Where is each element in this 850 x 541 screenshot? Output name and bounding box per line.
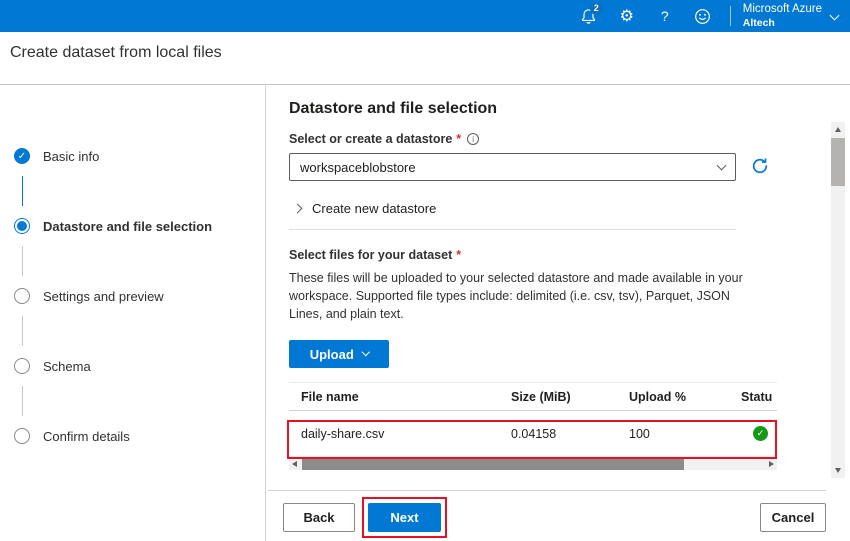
wizard-steps: Basic info Datastore and file selection …: [14, 146, 259, 446]
step-label: Schema: [43, 358, 91, 374]
vertical-scrollbar-thumb[interactable]: [831, 138, 845, 186]
chevron-down-icon: [361, 348, 370, 356]
page-title: Create dataset from local files: [10, 44, 222, 61]
cell-file-name: daily-share.csv: [301, 426, 385, 441]
step-connector: [22, 316, 23, 346]
step-label: Settings and preview: [43, 288, 164, 304]
datastore-selected-value: workspaceblobstore: [300, 159, 416, 175]
refresh-icon: [752, 158, 768, 174]
datastore-label-text: Select or create a datastore: [289, 132, 453, 146]
upload-button[interactable]: Upload: [289, 340, 389, 368]
scroll-up-arrow-icon[interactable]: [834, 127, 841, 132]
settings-button[interactable]: [612, 0, 642, 32]
step-settings-and-preview[interactable]: Settings and preview: [14, 286, 259, 306]
notifications-button[interactable]: 2: [574, 0, 604, 32]
next-button[interactable]: Next: [368, 503, 441, 532]
directory-name: Altech: [742, 16, 775, 29]
column-header-status: Statu: [741, 389, 773, 404]
header-divider: [0, 84, 850, 85]
scroll-down-arrow-icon[interactable]: [834, 468, 841, 473]
table-row[interactable]: daily-share.csv 0.04158 100: [289, 411, 777, 457]
step-label: Datastore and file selection: [43, 218, 213, 234]
horizontal-scrollbar[interactable]: [289, 458, 777, 470]
files-field-label: Select files for your dataset *: [289, 247, 777, 263]
topbar-divider: [729, 6, 731, 26]
content-heading: Datastore and file selection: [289, 100, 498, 117]
step-datastore-and-file-selection[interactable]: Datastore and file selection: [14, 216, 259, 236]
step-label: Confirm details: [43, 428, 130, 444]
scroll-left-arrow-icon[interactable]: [292, 460, 297, 467]
back-button[interactable]: Back: [283, 503, 355, 532]
step-connector: [22, 246, 23, 276]
azure-top-bar: 2 ? Microsoft Azure Altech: [0, 0, 850, 32]
horizontal-scrollbar-thumb[interactable]: [302, 458, 684, 470]
feedback-button[interactable]: [688, 0, 718, 32]
help-icon: ?: [660, 8, 669, 24]
datastore-dropdown-row: workspaceblobstore: [289, 153, 777, 181]
step-confirm-details[interactable]: Confirm details: [14, 426, 259, 446]
scroll-right-arrow-icon[interactable]: [769, 460, 774, 467]
section-divider: [289, 229, 736, 230]
step-connector: [22, 176, 23, 206]
vertical-scrollbar[interactable]: [831, 122, 845, 478]
footer-divider: [268, 490, 826, 491]
step-upcoming-icon: [14, 428, 30, 444]
help-button[interactable]: ?: [650, 0, 680, 32]
refresh-button[interactable]: [750, 157, 770, 177]
create-new-datastore-label: Create new datastore: [312, 200, 437, 216]
topbar-actions: 2 ? Microsoft Azure Altech: [574, 0, 846, 32]
step-upcoming-icon: [14, 358, 30, 374]
upload-success-icon: [753, 426, 768, 441]
step-upcoming-icon: [14, 288, 30, 304]
file-table-header: File name Size (MiB) Upload % Statu: [289, 382, 777, 411]
account-texts: Microsoft Azure Altech: [743, 3, 822, 29]
step-basic-info[interactable]: Basic info: [14, 146, 259, 166]
product-name: Microsoft Azure: [742, 2, 822, 15]
files-label-text: Select files for your dataset: [289, 248, 453, 262]
step-label: Basic info: [43, 148, 100, 164]
notification-badge: 2: [589, 2, 603, 15]
create-dataset-window: 2 ? Microsoft Azure Altech: [0, 0, 850, 541]
upload-button-label: Upload: [309, 346, 354, 362]
step-current-icon: [14, 218, 30, 234]
step-connector: [22, 386, 23, 416]
step-content-panel: Datastore and file selection Select or c…: [289, 100, 777, 470]
column-header-file-name: File name: [301, 389, 359, 404]
files-description: These files will be uploaded to your sel…: [289, 271, 743, 321]
column-header-upload-pct: Upload %: [629, 389, 686, 404]
chevron-down-icon: [829, 11, 840, 21]
gear-icon: [620, 6, 634, 26]
datastore-dropdown[interactable]: workspaceblobstore: [289, 153, 736, 181]
account-switcher[interactable]: Microsoft Azure Altech: [743, 3, 846, 29]
panel-divider: [265, 85, 266, 541]
smiley-icon: [695, 8, 711, 24]
step-complete-check-icon: [14, 148, 30, 164]
cancel-button[interactable]: Cancel: [760, 503, 826, 532]
chevron-right-icon: [292, 203, 303, 213]
cell-upload-pct: 100: [629, 426, 650, 441]
create-new-datastore-toggle[interactable]: Create new datastore: [289, 198, 777, 218]
required-asterisk: *: [456, 132, 462, 146]
info-icon[interactable]: [467, 133, 480, 145]
required-asterisk: *: [456, 248, 462, 262]
chevron-down-icon: [716, 160, 727, 170]
datastore-field-label: Select or create a datastore *: [289, 131, 777, 147]
column-header-size: Size (MiB): [511, 389, 571, 404]
step-schema[interactable]: Schema: [14, 356, 259, 376]
cell-size: 0.04158: [511, 426, 557, 441]
